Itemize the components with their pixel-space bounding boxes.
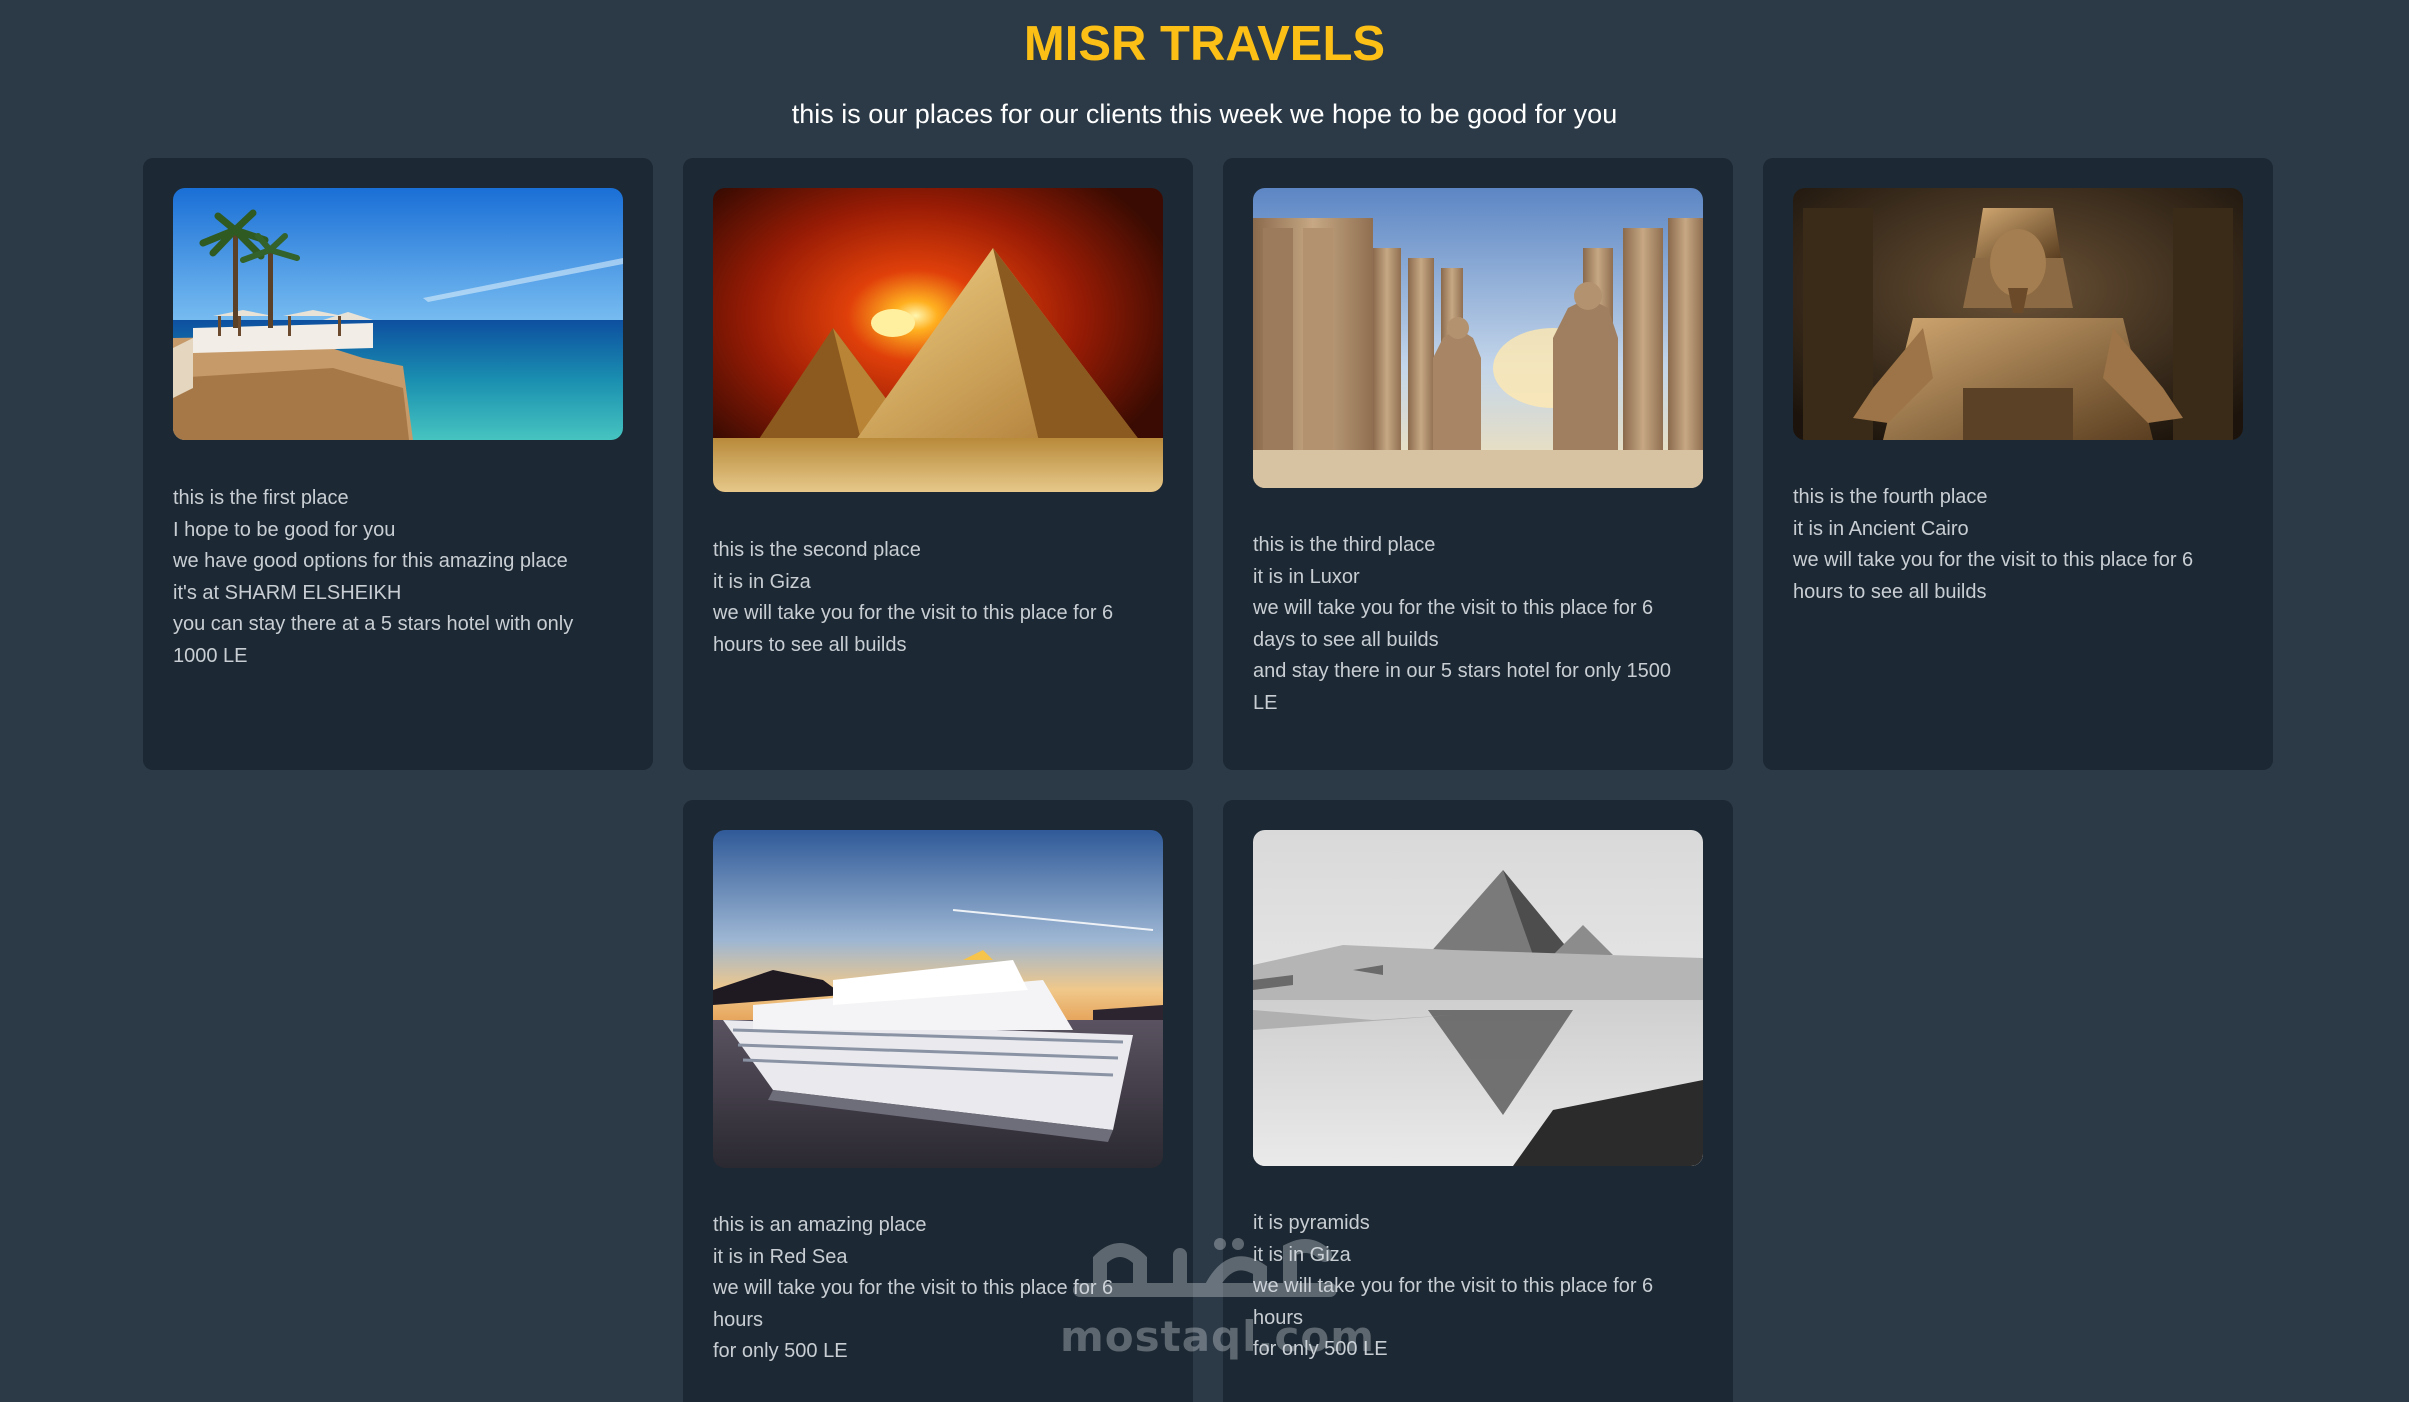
place-description: it is pyramids it is in Giza we will tak… (1253, 1208, 1703, 1366)
description-line: hours to see all builds (713, 633, 907, 656)
description-line: 1000 LE (173, 644, 248, 667)
description-line: we will take you for the visit to this p… (713, 1277, 1114, 1299)
description-line: it is in Luxor (1253, 565, 1360, 588)
place-card-1: this is the first place I hope to be goo… (143, 158, 653, 770)
place-card-4: this is the fourth place it is in Ancien… (1763, 158, 2273, 770)
description-line: for only 500 LE (1253, 1338, 1388, 1360)
description-line: it is in Giza (1253, 1243, 1351, 1266)
place-image-pyramid-reflection (1253, 830, 1703, 1166)
place-description: this is the fourth place it is in Ancien… (1793, 482, 2243, 608)
description-line: it is in Red Sea (713, 1245, 848, 1268)
page: MISR TRAVELS this is our places for our … (0, 0, 2409, 1402)
place-card-3: this is the third place it is in Luxor w… (1223, 158, 1733, 770)
place-image-cruise-ship (713, 830, 1163, 1168)
place-image-pharaoh-statue (1793, 188, 2243, 440)
description-line: we will take you for the visit to this p… (713, 602, 1114, 624)
place-image-beach (173, 188, 623, 440)
description-line: this is the fourth place (1793, 486, 1988, 508)
place-description: this is the third place it is in Luxor w… (1253, 530, 1703, 719)
description-line: we will take you for the visit to this p… (1793, 549, 2194, 571)
place-image-pyramids-sunset (713, 188, 1163, 492)
description-line: and stay there in our 5 stars hotel for … (1253, 660, 1672, 682)
description-line: this is an amazing place (713, 1214, 927, 1236)
place-description: this is an amazing place it is in Red Se… (713, 1210, 1163, 1368)
place-card-6: it is pyramids it is in Giza we will tak… (1223, 800, 1733, 1402)
place-card-5: this is an amazing place it is in Red Se… (683, 800, 1193, 1402)
place-description: this is the second place it is in Giza w… (713, 535, 1163, 661)
description-line: it is pyramids (1253, 1212, 1370, 1234)
description-line: you can stay there at a 5 stars hotel wi… (173, 613, 574, 635)
description-line: days to see all builds (1253, 628, 1439, 651)
description-line: it is in Ancient Cairo (1793, 517, 1969, 540)
place-image-luxor-temple (1253, 188, 1703, 488)
description-line: it is in Giza (713, 570, 811, 593)
description-line: this is the third place (1253, 534, 1436, 556)
description-line: LE (1253, 691, 1278, 714)
description-line: hours (1253, 1306, 1304, 1329)
place-card-2: this is the second place it is in Giza w… (683, 158, 1193, 770)
description-line: we will take you for the visit to this p… (1253, 597, 1654, 619)
site-title: MISR TRAVELS (1023, 17, 1386, 71)
site-tagline: this is our places for our clients this … (791, 99, 1618, 129)
description-line: hours (713, 1308, 764, 1331)
description-line: this is the first place (173, 487, 349, 509)
description-line: this is the second place (713, 539, 921, 561)
place-description: this is the first place I hope to be goo… (173, 483, 623, 672)
description-line: we have good options for this amazing pl… (173, 550, 568, 572)
description-line: we will take you for the visit to this p… (1253, 1275, 1654, 1297)
description-line: I hope to be good for you (173, 518, 396, 541)
description-line: it's at SHARM ELSHEIKH (173, 581, 402, 604)
description-line: for only 500 LE (713, 1340, 848, 1362)
description-line: hours to see all builds (1793, 580, 1987, 603)
